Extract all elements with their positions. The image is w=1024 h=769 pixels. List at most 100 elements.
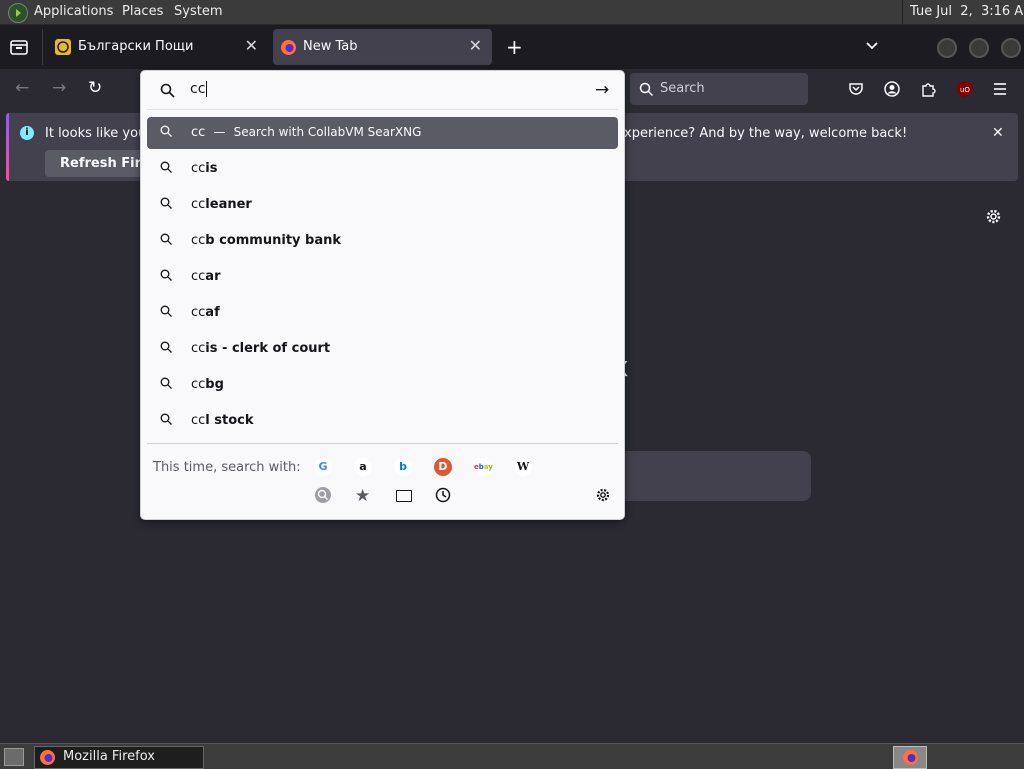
maximize-window-icon[interactable]	[969, 38, 989, 58]
text-caret	[206, 81, 208, 97]
top-panel: Applications Places System Tue Jul 2, 3:…	[0, 0, 1024, 25]
suggestion-completion: l stock	[205, 413, 254, 428]
list-all-tabs-chevron-icon[interactable]	[864, 37, 880, 57]
urlbar-input[interactable]: cc	[190, 81, 208, 97]
customize-page-gear-icon[interactable]	[985, 208, 1002, 229]
result-row-search-engine[interactable]: cc — Search with CollabVM SearXNG	[147, 117, 618, 149]
search-box-icon	[639, 82, 654, 97]
history-icon[interactable]	[435, 487, 451, 507]
ublock-origin-icon[interactable]: uO	[956, 80, 973, 102]
suggestion-typed: cc	[191, 233, 206, 248]
tab-bar: Български Пощи ✕ New Tab ✕ +	[0, 25, 1024, 69]
notification-text-right: xperience? And by the way, welcome back!	[624, 126, 908, 141]
pocket-icon[interactable]	[848, 81, 864, 101]
search-with-label: This time, search with:	[153, 460, 301, 475]
suggestion-row[interactable]: ccl stock	[147, 405, 618, 437]
google-icon[interactable]: G	[314, 458, 332, 476]
minimize-window-icon[interactable]	[937, 38, 957, 58]
go-arrow-icon[interactable]: →	[595, 80, 609, 100]
places-menu[interactable]: Places	[122, 4, 163, 19]
result-action: Search with CollabVM SearXNG	[233, 125, 422, 139]
forward-arrow-icon[interactable]: →	[52, 78, 66, 98]
search-icon	[160, 377, 172, 389]
firefox-view-icon[interactable]	[8, 36, 30, 62]
urlbar-search-icon	[160, 83, 175, 98]
workspace-switcher[interactable]	[893, 746, 927, 769]
firefox-favicon	[280, 39, 297, 60]
divider	[147, 443, 618, 444]
bookmarks-icon[interactable]: ★	[355, 486, 370, 506]
close-tab-icon[interactable]: ✕	[245, 36, 258, 55]
show-desktop-icon[interactable]	[4, 748, 24, 766]
notification-accent-stripe	[6, 113, 9, 181]
new-tab-plus-icon[interactable]: +	[506, 35, 523, 59]
tabs-icon[interactable]	[396, 490, 412, 502]
bottom-taskbar: Mozilla Firefox	[0, 743, 1024, 769]
suggestion-completion: is	[205, 161, 218, 176]
search-icon	[160, 233, 172, 245]
search-icon	[160, 161, 172, 173]
result-separator: —	[213, 125, 226, 139]
tab-title: Български Пощи	[78, 39, 194, 54]
suggestion-row[interactable]: ccis - clerk of court	[147, 333, 618, 365]
search-icon	[160, 197, 172, 209]
close-notification-icon[interactable]: ✕	[992, 125, 1004, 141]
search-icon	[160, 269, 172, 281]
suggestion-row[interactable]: ccaf	[147, 297, 618, 329]
suggestion-completion: leaner	[205, 197, 252, 212]
back-arrow-icon[interactable]: ←	[15, 78, 29, 98]
bing-icon[interactable]: b	[394, 458, 412, 476]
suggestion-completion: is - clerk of court	[205, 341, 331, 356]
tab-bulgarian-posts[interactable]: Български Пощи ✕	[48, 29, 268, 65]
suggestion-row[interactable]: ccar	[147, 261, 618, 293]
reload-icon[interactable]: ↻	[88, 78, 102, 98]
suggestion-typed: cc	[191, 305, 206, 320]
urlbar-dropdown: cc → cc — Search with CollabVM SearXNG c…	[140, 70, 625, 520]
system-menu[interactable]: System	[174, 4, 222, 19]
taskbar-window-title: Mozilla Firefox	[63, 749, 155, 764]
extensions-puzzle-icon[interactable]	[920, 81, 936, 101]
searxng-icon[interactable]	[315, 487, 331, 503]
suggestion-row[interactable]: ccleaner	[147, 189, 618, 221]
search-icon	[160, 341, 172, 353]
suggestion-row[interactable]: ccbg	[147, 369, 618, 401]
tab-title: New Tab	[303, 39, 358, 54]
app-menu-hamburger-icon[interactable]	[992, 82, 1008, 100]
suggestion-completion: b community bank	[205, 233, 342, 248]
close-tab-icon[interactable]: ✕	[469, 36, 482, 55]
suggestion-typed: cc	[191, 197, 206, 212]
tab-separator	[42, 29, 43, 65]
notification-text-left: It looks like you	[45, 126, 147, 141]
clock[interactable]: Tue Jul 2, 3:16 AM	[910, 4, 1024, 19]
firefox-icon	[40, 750, 55, 765]
suggestion-row[interactable]: ccb community bank	[147, 225, 618, 257]
panel-separator	[902, 0, 903, 24]
suggestion-typed: cc	[191, 269, 206, 284]
urlbar-input-value: cc	[190, 81, 206, 97]
bulgarian-posts-favicon	[55, 39, 71, 55]
close-window-icon[interactable]	[1001, 38, 1021, 58]
suggestion-completion: af	[205, 305, 220, 320]
duckduckgo-icon[interactable]: D	[434, 458, 452, 476]
result-query: cc	[191, 125, 206, 140]
account-icon[interactable]	[884, 81, 900, 101]
ebay-icon[interactable]: ebay	[474, 458, 493, 476]
amazon-icon[interactable]: a	[354, 458, 372, 476]
suggestion-typed: cc	[191, 377, 206, 392]
search-box[interactable]: Search	[630, 73, 808, 105]
search-icon	[160, 413, 172, 425]
suggestion-typed: cc	[191, 413, 206, 428]
info-icon: i	[20, 126, 34, 140]
suggestion-completion: bg	[205, 377, 224, 392]
tab-new-tab[interactable]: New Tab ✕	[273, 29, 492, 65]
applications-menu[interactable]: Applications	[34, 4, 113, 19]
refresh-firefox-button[interactable]: Refresh Firef	[45, 150, 155, 177]
suggestion-typed: cc	[191, 341, 206, 356]
suggestion-typed: cc	[191, 161, 206, 176]
suggestion-row[interactable]: ccis	[147, 153, 618, 185]
wikipedia-icon[interactable]: W	[514, 458, 532, 476]
svg-text:uO: uO	[960, 86, 970, 94]
search-settings-gear-icon[interactable]	[595, 487, 611, 507]
gnome-foot-icon[interactable]	[8, 3, 28, 23]
taskbar-window-firefox[interactable]: Mozilla Firefox	[34, 746, 204, 769]
